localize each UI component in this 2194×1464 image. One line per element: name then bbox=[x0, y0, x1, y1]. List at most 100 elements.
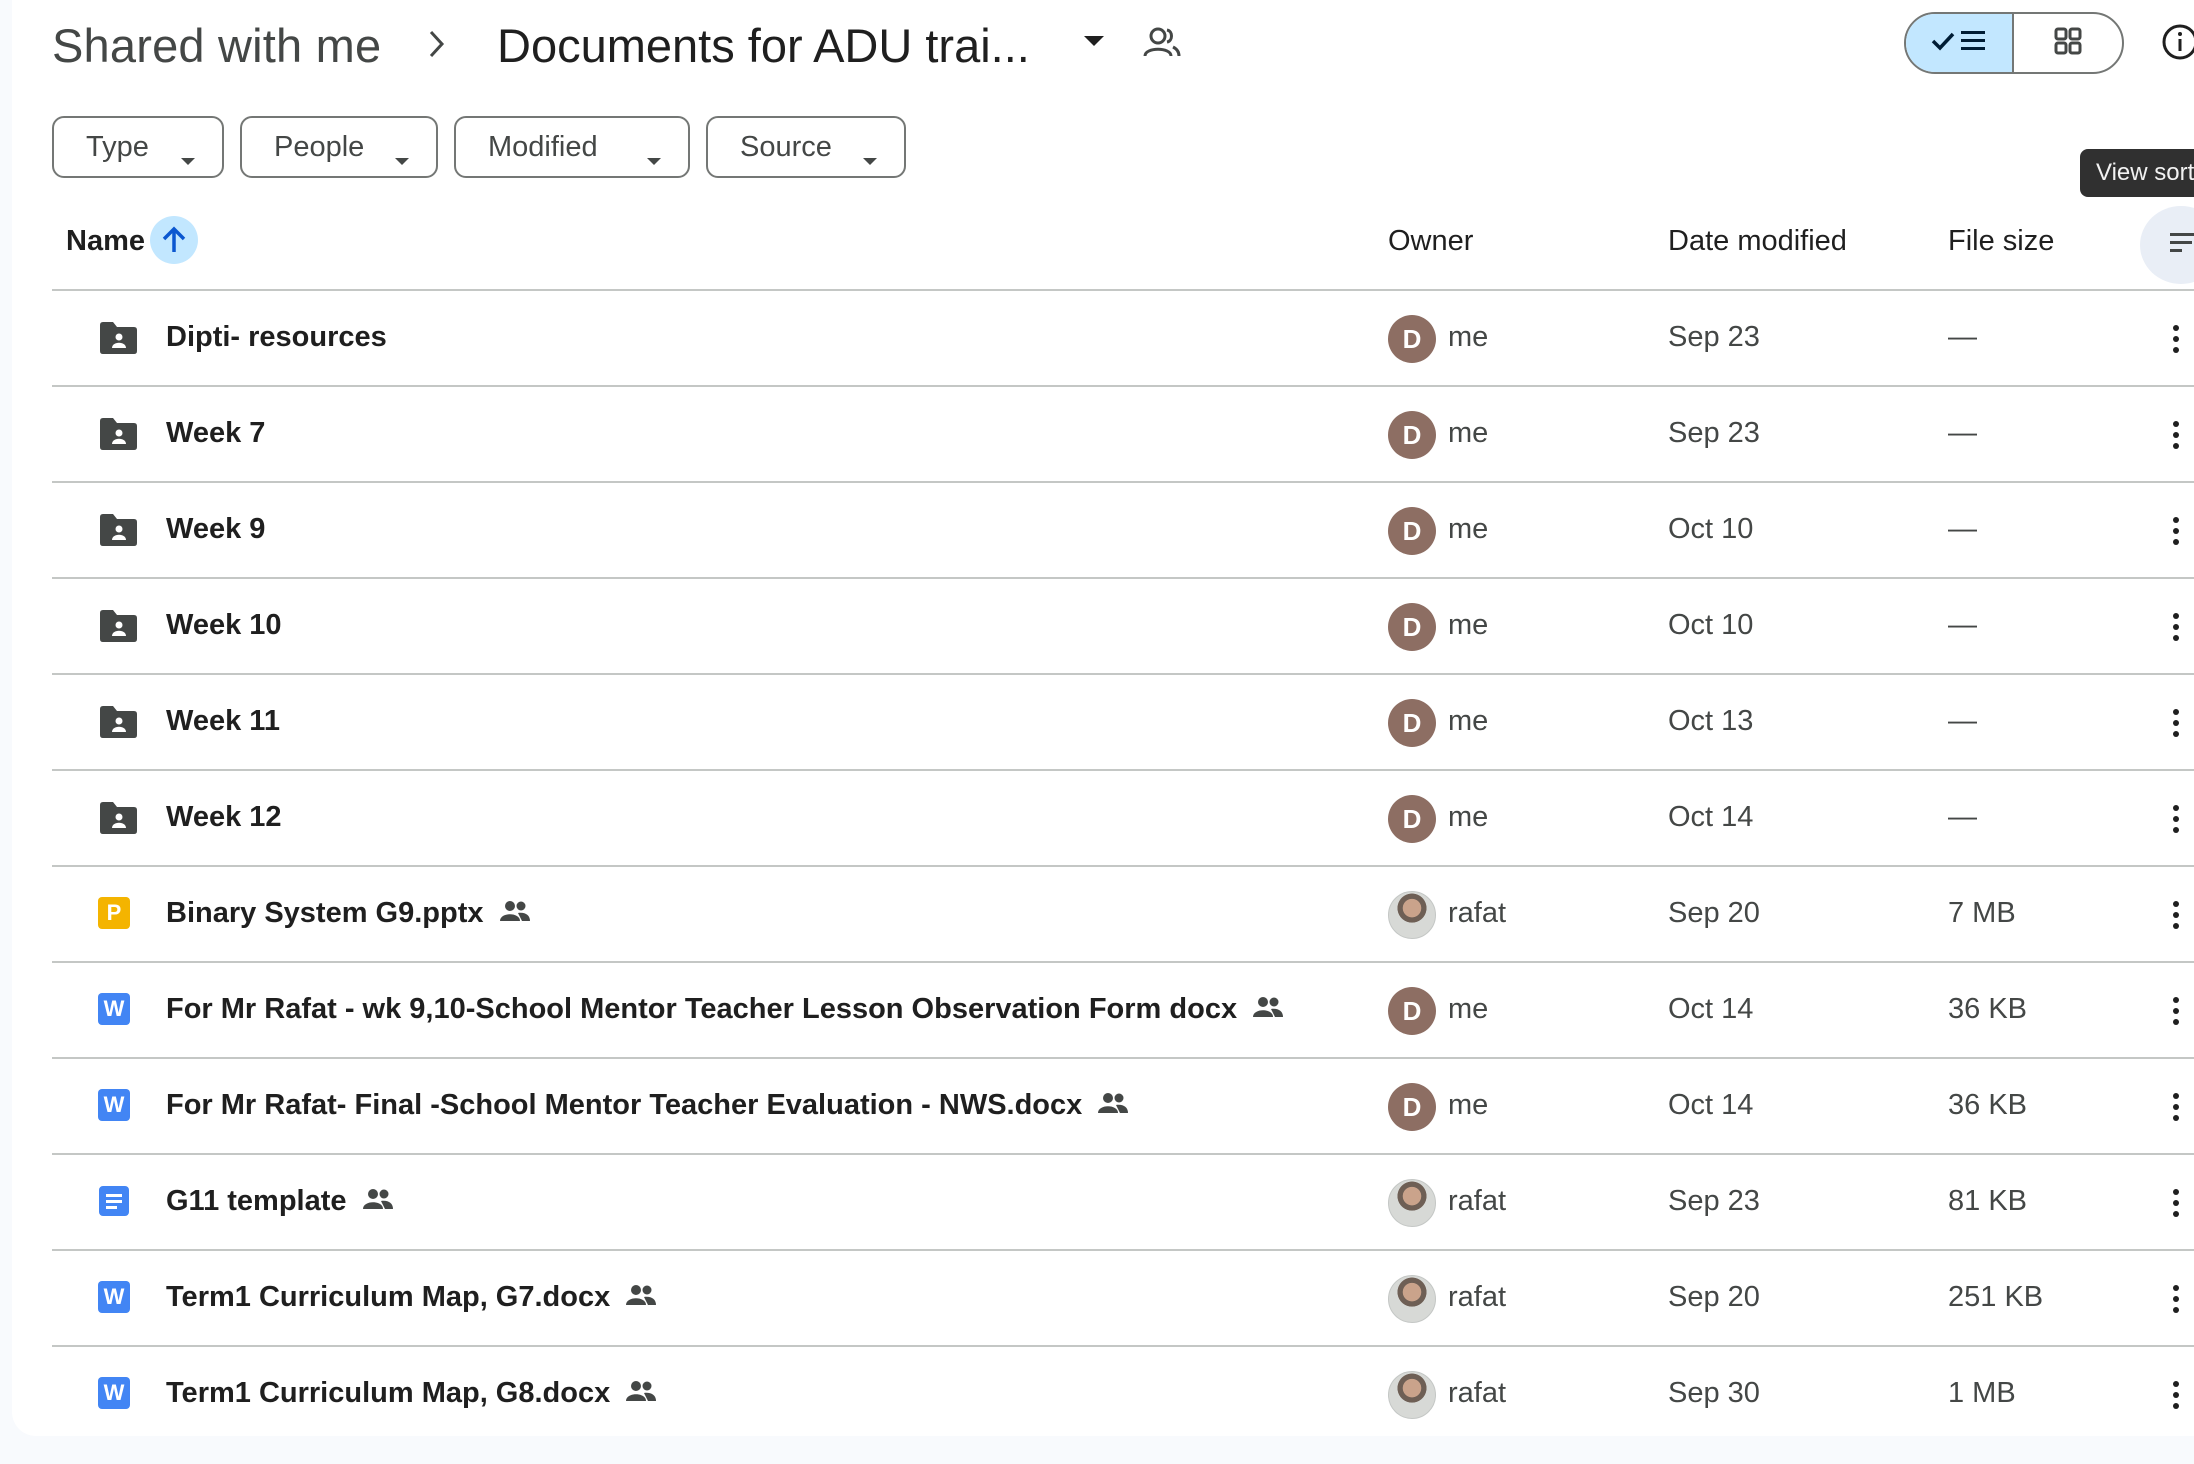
file-size: — bbox=[1948, 609, 1977, 641]
shared-folder-icon bbox=[98, 705, 138, 739]
file-name[interactable]: Term1 Curriculum Map, G8.docx bbox=[166, 1377, 610, 1410]
more-vert-icon[interactable] bbox=[2164, 1087, 2188, 1127]
more-vert-icon[interactable] bbox=[2164, 415, 2188, 455]
date-modified: Oct 14 bbox=[1668, 1089, 1754, 1121]
file-name[interactable]: Term1 Curriculum Map, G7.docx bbox=[166, 1281, 610, 1314]
breadcrumb-shared-with-me[interactable]: Shared with me bbox=[52, 18, 381, 73]
file-row[interactable]: W Term1 Curriculum Map, G8.docx rafat Sep 3… bbox=[52, 1347, 2194, 1436]
more-vert-icon[interactable] bbox=[2164, 607, 2188, 647]
file-row[interactable]: Week 10 Dme Oct 10 — bbox=[52, 579, 2194, 675]
file-type-badge: W bbox=[98, 1281, 130, 1313]
more-vert-icon[interactable] bbox=[2164, 1183, 2188, 1223]
more-vert-icon[interactable] bbox=[2164, 895, 2188, 935]
file-name[interactable]: Week 11 bbox=[166, 705, 280, 738]
owner-avatar-photo bbox=[1388, 1179, 1436, 1227]
caret-down-icon bbox=[862, 142, 878, 175]
file-name-cell: Binary System G9.pptx bbox=[166, 897, 530, 930]
file-row[interactable]: G11 template rafat Sep 23 81 KB bbox=[52, 1155, 2194, 1251]
shared-folder-icon bbox=[98, 609, 138, 643]
column-header-date-modified[interactable]: Date modified bbox=[1668, 225, 1847, 258]
file-name[interactable]: Week 9 bbox=[166, 513, 265, 546]
google-docs-icon bbox=[98, 1185, 138, 1219]
file-row[interactable]: Week 9 Dme Oct 10 — bbox=[52, 483, 2194, 579]
owner-name: me bbox=[1448, 321, 1489, 353]
file-row[interactable]: Week 11 Dme Oct 13 — bbox=[52, 675, 2194, 771]
file-row[interactable]: Week 12 Dme Oct 14 — bbox=[52, 771, 2194, 867]
file-row[interactable]: W Term1 Curriculum Map, G7.docx rafat Sep 2… bbox=[52, 1251, 2194, 1347]
shared-people-icon bbox=[499, 897, 530, 930]
file-name-cell: Term1 Curriculum Map, G7.docx bbox=[166, 1281, 657, 1314]
more-vert-icon[interactable] bbox=[2164, 319, 2188, 359]
shared-people-icon bbox=[362, 1185, 393, 1218]
file-name-cell: For Mr Rafat- Final -School Mentor Teach… bbox=[166, 1089, 1129, 1122]
more-vert-icon[interactable] bbox=[2164, 511, 2188, 551]
file-row[interactable]: Week 7 Dme Sep 23 — bbox=[52, 387, 2194, 483]
arrow-up-icon[interactable] bbox=[150, 216, 198, 264]
people-icon[interactable] bbox=[1142, 26, 1182, 65]
file-name[interactable]: Week 12 bbox=[166, 801, 282, 834]
shared-people-icon bbox=[626, 1377, 657, 1410]
list-view-button[interactable] bbox=[1906, 14, 2015, 72]
filter-modified-chip[interactable]: Modified bbox=[454, 116, 690, 178]
sort-options-button[interactable] bbox=[2140, 206, 2194, 284]
caret-down-icon[interactable] bbox=[1082, 34, 1106, 53]
date-modified: Sep 20 bbox=[1668, 897, 1760, 929]
file-row[interactable]: Dipti- resources Dme Sep 23 — bbox=[52, 291, 2194, 387]
info-icon[interactable] bbox=[2160, 22, 2194, 67]
file-size: 36 KB bbox=[1948, 993, 2027, 1025]
more-vert-icon[interactable] bbox=[2164, 1375, 2188, 1415]
file-name[interactable]: Week 10 bbox=[166, 609, 282, 642]
owner-avatar: D bbox=[1388, 315, 1436, 363]
word-file-icon: W bbox=[98, 993, 138, 1027]
column-header-file-size[interactable]: File size bbox=[1948, 225, 2054, 258]
shared-people-icon bbox=[626, 1281, 657, 1314]
date-modified: Oct 10 bbox=[1668, 513, 1754, 545]
file-name[interactable]: G11 template bbox=[166, 1185, 347, 1218]
file-size: 36 KB bbox=[1948, 1089, 2027, 1121]
date-modified: Sep 30 bbox=[1668, 1377, 1760, 1409]
shared-folder-icon bbox=[98, 417, 138, 451]
owner-name: rafat bbox=[1448, 1281, 1507, 1313]
file-name[interactable]: For Mr Rafat - wk 9,10-School Mentor Tea… bbox=[166, 993, 1237, 1026]
file-name-cell: Dipti- resources bbox=[166, 321, 387, 354]
date-modified: Sep 23 bbox=[1668, 1185, 1760, 1217]
more-vert-icon[interactable] bbox=[2164, 991, 2188, 1031]
breadcrumb-current-folder[interactable]: Documents for ADU trai... bbox=[497, 18, 1030, 73]
check-list-icon bbox=[1929, 26, 1989, 61]
filter-people-chip[interactable]: People bbox=[240, 116, 438, 178]
more-vert-icon[interactable] bbox=[2164, 799, 2188, 839]
file-type-badge: W bbox=[98, 1089, 130, 1121]
owner-name: me bbox=[1448, 1089, 1489, 1121]
owner-name: me bbox=[1448, 609, 1489, 641]
file-name[interactable]: Week 7 bbox=[166, 417, 265, 450]
filter-label: Modified bbox=[488, 130, 598, 163]
owner-avatar-photo bbox=[1388, 1371, 1436, 1419]
chevron-right-icon bbox=[427, 28, 447, 65]
file-row[interactable]: P Binary System G9.pptx rafat Sep 20 7 MB bbox=[52, 867, 2194, 963]
file-name[interactable]: Dipti- resources bbox=[166, 321, 387, 354]
shared-people-icon bbox=[1253, 993, 1284, 1026]
owner-name: rafat bbox=[1448, 897, 1507, 929]
file-type-badge: W bbox=[98, 1377, 130, 1409]
owner-avatar-photo bbox=[1388, 891, 1436, 939]
file-row[interactable]: W For Mr Rafat - wk 9,10-School Mentor Te… bbox=[52, 963, 2194, 1059]
column-header-owner[interactable]: Owner bbox=[1388, 225, 1473, 258]
caret-down-icon bbox=[180, 142, 196, 175]
grid-view-button[interactable] bbox=[2014, 14, 2122, 72]
slides-file-icon: P bbox=[98, 897, 138, 931]
file-name-cell: Week 11 bbox=[166, 705, 280, 738]
filter-type-chip[interactable]: Type bbox=[52, 116, 224, 178]
file-size: 251 KB bbox=[1948, 1281, 2044, 1313]
more-vert-icon[interactable] bbox=[2164, 1279, 2188, 1319]
file-name[interactable]: For Mr Rafat- Final -School Mentor Teach… bbox=[166, 1089, 1082, 1122]
file-name[interactable]: Binary System G9.pptx bbox=[166, 897, 484, 930]
owner-name: me bbox=[1448, 513, 1489, 545]
file-row[interactable]: W For Mr Rafat- Final -School Mentor Teac… bbox=[52, 1059, 2194, 1155]
grid-icon bbox=[2053, 26, 2083, 61]
filter-source-chip[interactable]: Source bbox=[706, 116, 906, 178]
owner-avatar: D bbox=[1388, 987, 1436, 1035]
shared-folder-icon bbox=[98, 801, 138, 835]
more-vert-icon[interactable] bbox=[2164, 703, 2188, 743]
column-header-name[interactable]: Name bbox=[66, 225, 145, 258]
view-sort-tooltip: View sort bbox=[2080, 149, 2194, 197]
